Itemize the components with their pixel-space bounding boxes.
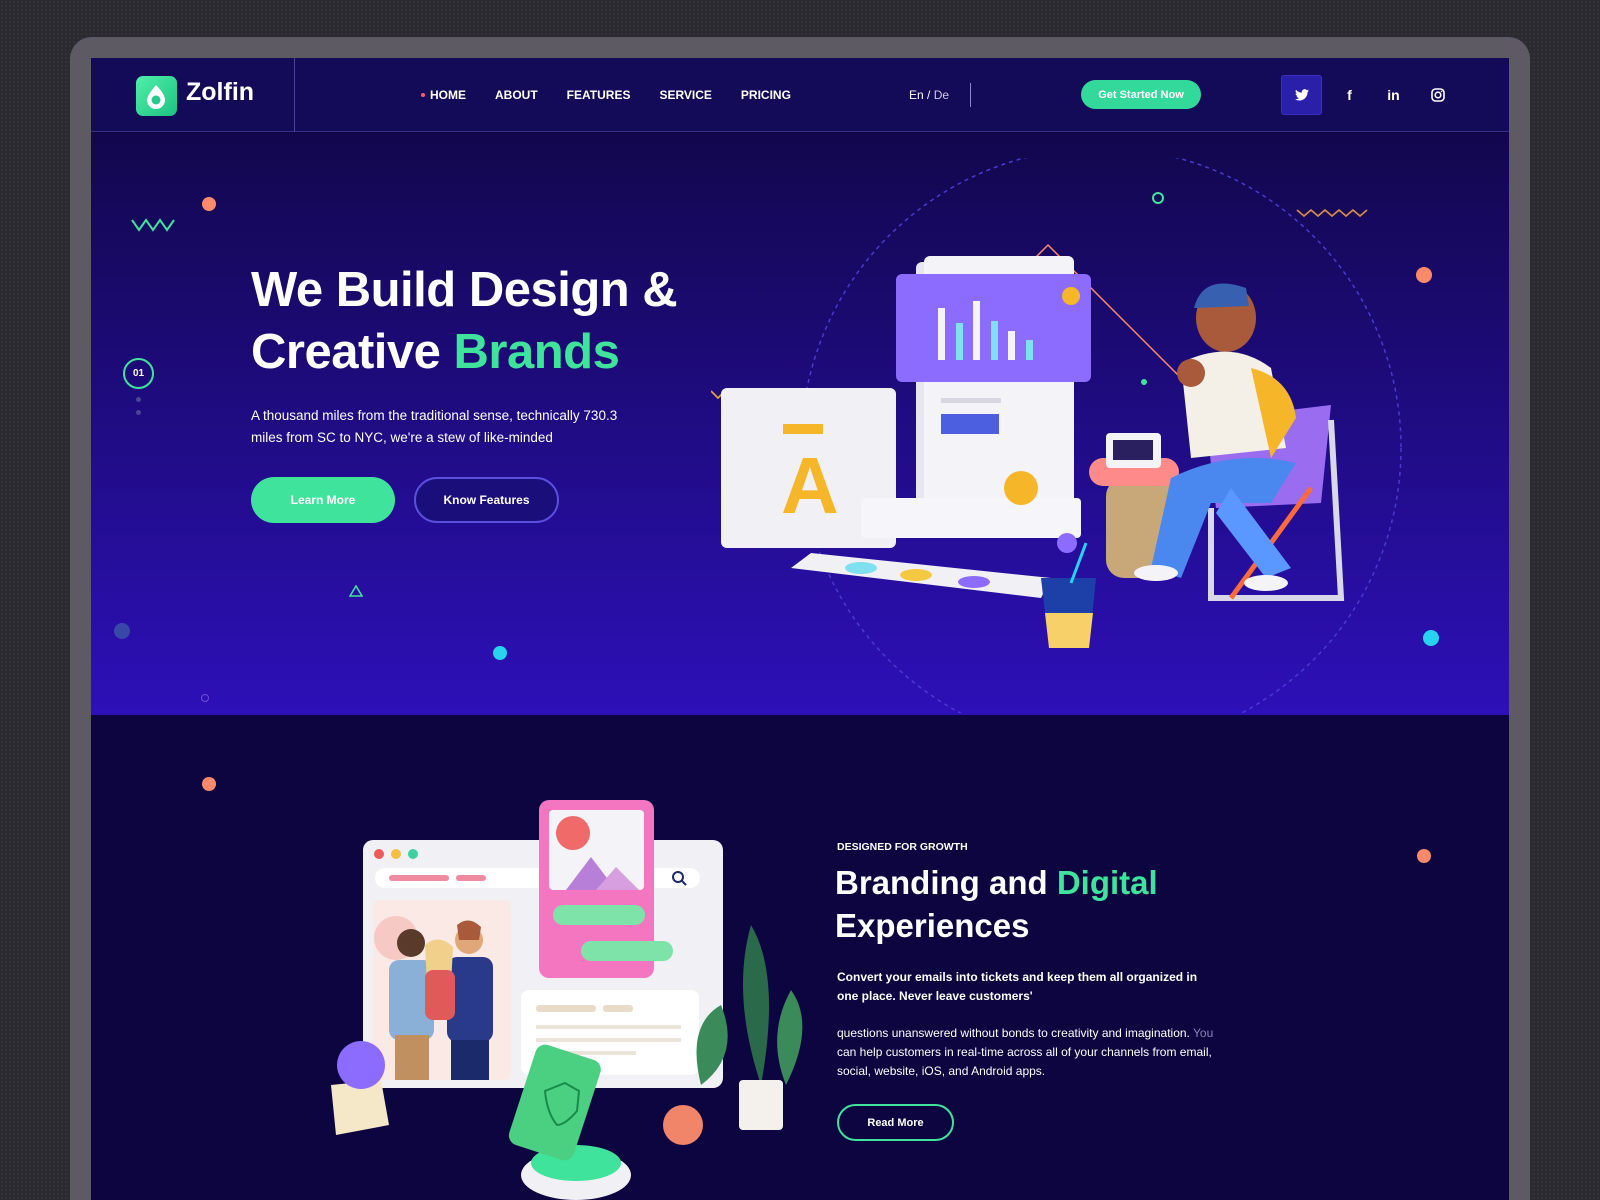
brand-name: Zolfin — [186, 78, 255, 106]
site-header: Zolfin HOME ABOUT FEATURES SERVICE PRICI… — [91, 58, 1509, 132]
lang-de[interactable]: De — [934, 88, 949, 102]
language-switcher: En / De — [909, 88, 949, 102]
facebook-icon: f — [1347, 87, 1352, 103]
nav-label: FEATURES — [566, 88, 631, 102]
slide-dot[interactable] — [136, 410, 141, 415]
slide-dot[interactable] — [136, 397, 141, 402]
phone-mockup — [539, 800, 673, 978]
nav-item-home[interactable]: HOME — [421, 88, 466, 102]
brand[interactable]: Zolfin — [91, 58, 295, 132]
ring-decoration — [1152, 192, 1164, 204]
hero-title-line2: Creative — [251, 325, 454, 379]
section-kicker: DESIGNED FOR GROWTH — [837, 841, 968, 853]
orange-dot-decoration — [1417, 849, 1431, 863]
orange-dot-decoration — [202, 777, 216, 791]
nav-label: SERVICE — [659, 88, 712, 102]
hero-section: 01 We Build Design & Creative Brands A t… — [91, 133, 1509, 715]
instagram-icon — [1430, 88, 1445, 102]
linkedin-button[interactable]: in — [1373, 75, 1414, 115]
section-body: questions unanswered without bonds to cr… — [837, 1024, 1217, 1081]
section-title-line2: Experiences — [835, 907, 1030, 944]
cyan-dot-decoration — [493, 646, 507, 660]
know-features-button[interactable]: Know Features — [414, 477, 559, 523]
svg-text:A: A — [781, 441, 839, 530]
nav-item-features[interactable]: FEATURES — [567, 88, 631, 102]
hero-title-line1: We Build Design & — [251, 263, 678, 317]
facebook-button[interactable]: f — [1329, 75, 1370, 115]
read-more-button[interactable]: Read More — [837, 1104, 954, 1141]
hero-description: A thousand miles from the traditional se… — [251, 408, 618, 445]
section-body-rest: can help customers in real-time across a… — [837, 1045, 1212, 1078]
branding-section: DESIGNED FOR GROWTH Branding and Digital… — [91, 715, 1509, 1200]
section-title-plain: Branding and — [835, 864, 1057, 901]
orange-dot-decoration — [202, 197, 216, 211]
section-title: Branding and Digital Experiences — [835, 861, 1195, 947]
section-body-main: questions unanswered without bonds to cr… — [837, 1026, 1190, 1040]
branding-illustration — [331, 800, 803, 1200]
nav-label: ABOUT — [495, 88, 538, 102]
twitter-icon — [1294, 89, 1309, 101]
nav-label: HOME — [430, 88, 466, 102]
orange-dot-decoration — [1416, 267, 1432, 283]
slide-indicator[interactable]: 01 — [123, 358, 154, 389]
nav-item-pricing[interactable]: PRICING — [741, 88, 791, 102]
ring-decoration — [201, 694, 209, 702]
drink-cup — [1041, 533, 1096, 648]
section-lead: Convert your emails into tickets and kee… — [837, 970, 1198, 1003]
nav-item-service[interactable]: SERVICE — [659, 88, 711, 102]
section-body-muted: You — [1193, 1026, 1214, 1040]
blue-dot-decoration — [114, 623, 130, 639]
triangle-decoration — [349, 585, 363, 597]
cyan-dot-decoration — [1423, 630, 1439, 646]
main-nav: HOME ABOUT FEATURES SERVICE PRICING — [421, 58, 820, 132]
divider — [970, 83, 971, 107]
instagram-button[interactable] — [1417, 75, 1458, 115]
get-started-button[interactable]: Get Started Now — [1081, 80, 1201, 109]
hero-title: We Build Design & Creative Brands — [251, 259, 731, 383]
zigzag-decoration — [131, 218, 175, 232]
chart-card — [896, 274, 1091, 382]
section-title-accent: Digital — [1056, 864, 1158, 901]
hero-illustration: A — [711, 158, 1439, 713]
nav-item-about[interactable]: ABOUT — [495, 88, 538, 102]
hero-title-accent: Brands — [453, 325, 620, 379]
logo-icon — [136, 76, 177, 116]
website-screen: Zolfin HOME ABOUT FEATURES SERVICE PRICI… — [91, 58, 1509, 1200]
nav-label: PRICING — [740, 88, 791, 102]
lang-en[interactable]: En — [909, 88, 924, 102]
linkedin-icon: in — [1387, 87, 1400, 103]
active-dot-icon — [421, 93, 425, 97]
learn-more-button[interactable]: Learn More — [251, 477, 395, 523]
lang-separator: / — [927, 88, 931, 102]
dot-decoration — [1141, 379, 1147, 385]
zigzag-decoration — [1296, 208, 1368, 218]
twitter-button[interactable] — [1281, 75, 1322, 115]
